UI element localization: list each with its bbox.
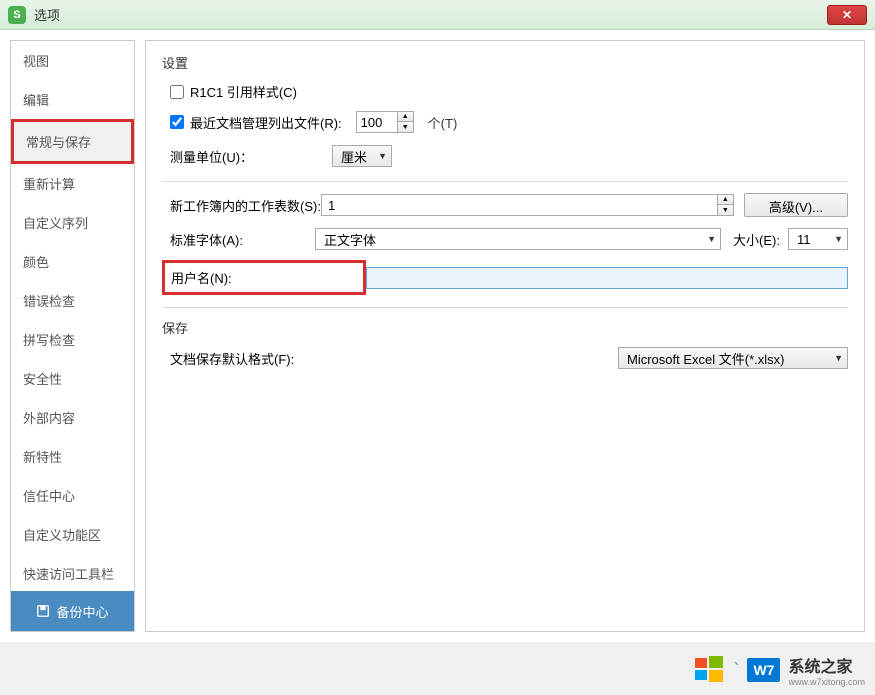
username-row: 用户名(N):: [162, 260, 848, 295]
username-label: 用户名(N):: [165, 268, 300, 287]
username-input[interactable]: [366, 267, 848, 289]
advanced-button[interactable]: 高级(V)...: [744, 193, 848, 217]
font-label: 标准字体(A):: [170, 230, 315, 249]
sidebar-item-custom-sequence[interactable]: 自定义序列: [11, 203, 134, 242]
sidebar-item-general-save[interactable]: 常规与保存: [11, 119, 134, 164]
divider-1: [162, 181, 848, 182]
save-format-dropdown[interactable]: Microsoft Excel 文件(*.xlsx) ▼: [618, 347, 848, 369]
font-value: 正文字体: [324, 230, 701, 249]
font-dropdown[interactable]: 正文字体 ▼: [315, 228, 721, 250]
recent-docs-input[interactable]: [357, 113, 397, 132]
recent-docs-suffix: 个(T): [428, 113, 458, 132]
backup-center-label: 备份中心: [56, 602, 108, 621]
size-dropdown[interactable]: 11 ▼: [788, 228, 848, 250]
sidebar-item-color[interactable]: 颜色: [11, 242, 134, 281]
sidebar-item-edit[interactable]: 编辑: [11, 80, 134, 119]
backup-center-button[interactable]: 备份中心: [11, 591, 134, 631]
save-format-row: 文档保存默认格式(F): Microsoft Excel 文件(*.xlsx) …: [162, 347, 848, 369]
sidebar-item-customize-ribbon[interactable]: 自定义功能区: [11, 515, 134, 554]
save-header: 保存: [162, 318, 848, 337]
chevron-down-icon: ▼: [834, 353, 843, 363]
sidebar-item-recalculate[interactable]: 重新计算: [11, 164, 134, 203]
recent-docs-spinner[interactable]: ▲ ▼: [356, 111, 414, 133]
content-area: 视图 编辑 常规与保存 重新计算 自定义序列 颜色 错误检查 拼写检查 安全性 …: [0, 30, 875, 642]
sheets-label: 新工作簿内的工作表数(S):: [170, 196, 321, 215]
sidebar-item-spell-check[interactable]: 拼写检查: [11, 320, 134, 359]
windows-logo-icon: [693, 654, 725, 686]
username-input-wrap: [366, 260, 848, 295]
watermark: ` W7 系统之家 www.w7xitong.com: [693, 653, 865, 687]
chevron-down-icon: ▼: [378, 151, 387, 161]
sidebar: 视图 编辑 常规与保存 重新计算 自定义序列 颜色 错误检查 拼写检查 安全性 …: [10, 40, 135, 632]
sidebar-item-new-features[interactable]: 新特性: [11, 437, 134, 476]
recent-docs-up-icon[interactable]: ▲: [398, 112, 413, 122]
unit-label: 测量单位(U)：: [170, 147, 332, 166]
divider-2: [162, 307, 848, 308]
window-title: 选项: [34, 5, 60, 24]
close-button[interactable]: ✕: [827, 5, 867, 25]
size-value: 11: [797, 232, 828, 247]
r1c1-row: R1C1 引用样式(C): [162, 82, 848, 101]
titlebar: S 选项 ✕: [0, 0, 875, 30]
watermark-quote: `: [733, 660, 739, 681]
main-panel: 设置 R1C1 引用样式(C) 最近文档管理列出文件(R): ▲ ▼ 个(T): [145, 40, 865, 632]
sidebar-item-error-check[interactable]: 错误检查: [11, 281, 134, 320]
watermark-url: www.w7xitong.com: [788, 677, 865, 687]
unit-row: 测量单位(U)： 厘米 ▼: [162, 143, 848, 169]
sidebar-item-external-content[interactable]: 外部内容: [11, 398, 134, 437]
font-row: 标准字体(A): 正文字体 ▼ 大小(E): 11 ▼: [162, 228, 848, 250]
chevron-down-icon: ▼: [834, 234, 843, 244]
watermark-brand: W7: [747, 658, 780, 682]
chevron-down-icon: ▼: [707, 234, 716, 244]
sheets-spinner[interactable]: ▲ ▼: [321, 194, 734, 216]
sidebar-item-view[interactable]: 视图: [11, 41, 134, 80]
sheets-up-icon[interactable]: ▲: [718, 195, 733, 205]
recent-docs-label: 最近文档管理列出文件(R):: [190, 113, 342, 132]
backup-icon: [36, 604, 50, 618]
recent-docs-checkbox[interactable]: [170, 115, 184, 129]
unit-dropdown[interactable]: 厘米 ▼: [332, 145, 392, 167]
size-label: 大小(E):: [733, 230, 780, 249]
r1c1-checkbox[interactable]: [170, 85, 184, 99]
settings-header: 设置: [162, 53, 848, 72]
unit-value: 厘米: [341, 147, 372, 166]
username-highlight-box: 用户名(N):: [162, 260, 366, 295]
app-icon: S: [8, 6, 26, 24]
sidebar-item-trust-center[interactable]: 信任中心: [11, 476, 134, 515]
sheets-row: 新工作簿内的工作表数(S): ▲ ▼ 高级(V)...: [162, 192, 848, 218]
options-window: S 选项 ✕ 视图 编辑 常规与保存 重新计算 自定义序列 颜色 错误检查 拼写…: [0, 0, 875, 642]
recent-docs-down-icon[interactable]: ▼: [398, 122, 413, 132]
sheets-down-icon[interactable]: ▼: [718, 205, 733, 215]
sidebar-item-quick-access-toolbar[interactable]: 快速访问工具栏: [11, 554, 134, 591]
watermark-text: 系统之家: [788, 659, 852, 676]
recent-docs-row: 最近文档管理列出文件(R): ▲ ▼ 个(T): [162, 111, 848, 133]
r1c1-label: R1C1 引用样式(C): [190, 82, 297, 101]
save-format-value: Microsoft Excel 文件(*.xlsx): [627, 349, 828, 368]
sidebar-item-security[interactable]: 安全性: [11, 359, 134, 398]
sheets-input[interactable]: [322, 195, 717, 215]
sidebar-items: 视图 编辑 常规与保存 重新计算 自定义序列 颜色 错误检查 拼写检查 安全性 …: [11, 41, 134, 591]
save-format-label: 文档保存默认格式(F):: [170, 349, 294, 368]
